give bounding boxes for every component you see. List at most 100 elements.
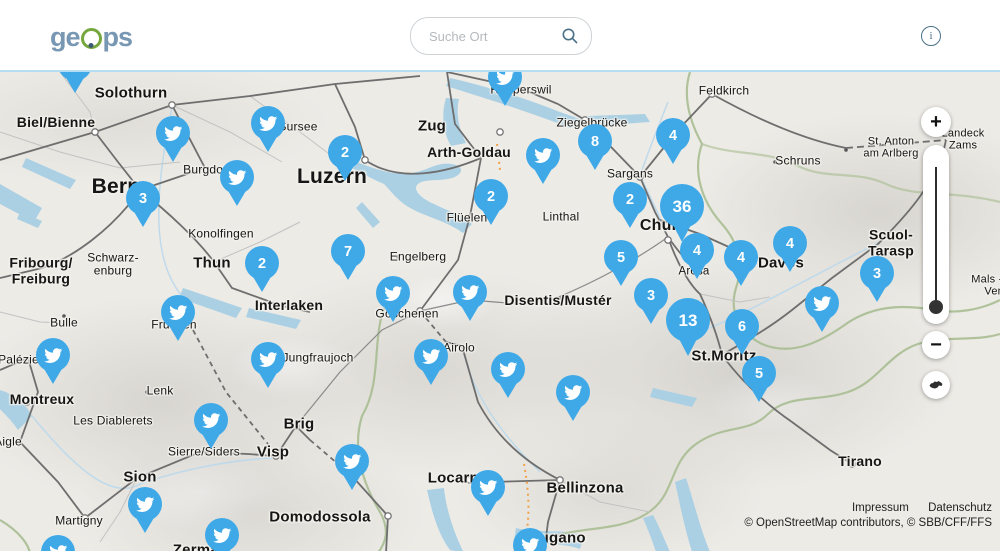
- attribution-copyright: © OpenStreetMap contributors, © SBB/CFF/…: [744, 517, 992, 529]
- cluster-marker[interactable]: 2: [325, 133, 365, 183]
- twitter-marker[interactable]: [248, 104, 288, 154]
- svg-text:2: 2: [341, 145, 349, 161]
- twitter-marker[interactable]: [202, 516, 242, 551]
- cluster-marker[interactable]: 7: [328, 232, 368, 282]
- twitter-marker[interactable]: [485, 70, 525, 108]
- map-place-label: Tirano: [838, 454, 882, 470]
- svg-text:7: 7: [344, 244, 352, 260]
- twitter-marker[interactable]: [332, 442, 372, 492]
- svg-text:4: 4: [786, 236, 794, 252]
- map-place-label: Disentis/Mustér: [504, 293, 611, 309]
- svg-text:3: 3: [873, 266, 881, 282]
- attribution: Impressum Datenschutz © OpenStreetMap co…: [744, 502, 992, 529]
- logo-text-ge: ge: [50, 22, 80, 53]
- search-input[interactable]: [427, 28, 551, 45]
- twitter-marker[interactable]: [158, 293, 198, 343]
- svg-text:4: 4: [693, 243, 701, 259]
- twitter-marker[interactable]: [248, 340, 288, 390]
- map-place-label: Aigle: [0, 435, 22, 448]
- twitter-marker[interactable]: [802, 284, 842, 334]
- cluster-marker[interactable]: 3: [857, 254, 897, 304]
- logo-o-dot: [89, 43, 94, 48]
- twitter-marker[interactable]: [468, 468, 508, 518]
- cluster-marker[interactable]: 6: [722, 307, 762, 357]
- map-place-label: Feldkirch: [699, 84, 749, 97]
- twitter-marker[interactable]: [191, 401, 231, 451]
- search-box[interactable]: [410, 17, 592, 55]
- twitter-marker[interactable]: [153, 114, 193, 164]
- twitter-marker[interactable]: [488, 350, 528, 400]
- twitter-marker[interactable]: [523, 136, 563, 186]
- twitter-marker[interactable]: [217, 158, 257, 208]
- svg-text:4: 4: [669, 128, 677, 144]
- cluster-marker[interactable]: 5: [739, 354, 779, 404]
- map[interactable]: SolothurnBiel/BienneBernBurgdorfKonolfin…: [0, 70, 1000, 551]
- map-place-label: Engelberg: [390, 250, 447, 263]
- map-place-label: Visp: [257, 445, 289, 462]
- twitter-marker[interactable]: [55, 70, 95, 95]
- twitter-marker[interactable]: [450, 273, 490, 323]
- cluster-marker[interactable]: 4: [653, 116, 693, 166]
- info-icon[interactable]: i: [921, 26, 941, 46]
- search-icon[interactable]: [561, 27, 579, 45]
- map-place-label: Jungfraujoch: [282, 351, 353, 364]
- fit-switzerland-button[interactable]: [922, 371, 950, 399]
- geops-logo: geps: [50, 22, 132, 53]
- svg-text:36: 36: [673, 197, 692, 216]
- map-place-label: Linthal: [543, 210, 580, 223]
- map-place-label: Biel/Bienne: [17, 115, 95, 131]
- map-place-label: St. Antonam Arlberg: [863, 136, 918, 161]
- attribution-links: Impressum Datenschutz: [744, 502, 992, 514]
- svg-text:3: 3: [647, 288, 655, 304]
- geops-map-app: geps i: [0, 0, 1000, 551]
- svg-text:2: 2: [487, 189, 495, 205]
- svg-text:4: 4: [737, 250, 745, 266]
- map-place-label: Arth-Goldau: [427, 145, 511, 161]
- map-place-label: Bellinzona: [546, 481, 623, 498]
- cluster-marker[interactable]: 3: [123, 179, 163, 229]
- svg-text:5: 5: [617, 250, 625, 266]
- map-place-label: Mals - MallesVenosta: [971, 274, 1000, 299]
- map-place-label: Montreux: [10, 392, 75, 408]
- svg-text:2: 2: [626, 192, 634, 208]
- twitter-marker[interactable]: [33, 336, 73, 386]
- twitter-marker[interactable]: [125, 485, 165, 535]
- svg-text:13: 13: [679, 311, 698, 330]
- twitter-marker[interactable]: [411, 337, 451, 387]
- cluster-marker[interactable]: 13: [663, 296, 713, 358]
- map-place-label: Sion: [123, 470, 156, 487]
- twitter-marker[interactable]: [373, 274, 413, 324]
- switzerland-icon: [928, 380, 945, 391]
- twitter-marker[interactable]: [553, 373, 593, 423]
- map-place-label: Lenk: [147, 384, 174, 397]
- logo-text-ps: ps: [103, 22, 133, 53]
- svg-text:2: 2: [258, 256, 266, 272]
- zoom-in-button[interactable]: +: [921, 107, 951, 137]
- zoom-slider-handle[interactable]: [929, 300, 943, 314]
- twitter-marker[interactable]: [510, 526, 550, 551]
- cluster-marker[interactable]: 2: [471, 177, 511, 227]
- logo-o-icon: [81, 28, 102, 49]
- cluster-marker[interactable]: 4: [721, 238, 761, 288]
- cluster-marker[interactable]: 2: [610, 180, 650, 230]
- datenschutz-link[interactable]: Datenschutz: [928, 502, 992, 514]
- twitter-marker[interactable]: [38, 533, 78, 551]
- cluster-marker[interactable]: 4: [770, 224, 810, 274]
- zoom-out-button[interactable]: −: [922, 331, 950, 359]
- map-place-label: Brig: [284, 417, 315, 434]
- cluster-marker[interactable]: 8: [575, 122, 615, 172]
- map-place-label: Schruns: [775, 154, 820, 167]
- zoom-slider-track-line: [935, 167, 937, 305]
- map-place-label: Martigny: [55, 514, 103, 527]
- map-place-label: Schwarz-enburg: [87, 252, 139, 279]
- header: geps i: [0, 0, 1000, 70]
- map-place-label: Zug: [418, 119, 446, 136]
- cluster-marker[interactable]: 4: [677, 231, 717, 281]
- cluster-marker[interactable]: 2: [242, 244, 282, 294]
- impressum-link[interactable]: Impressum: [852, 502, 909, 514]
- map-place-label: Domodossola: [269, 510, 370, 527]
- zoom-slider[interactable]: [923, 145, 949, 324]
- map-place-label: LandeckZams: [942, 128, 985, 153]
- svg-text:5: 5: [755, 366, 763, 382]
- svg-text:6: 6: [738, 319, 746, 335]
